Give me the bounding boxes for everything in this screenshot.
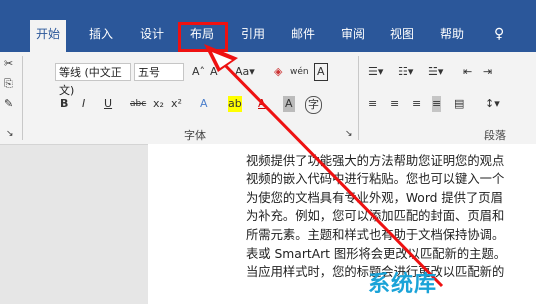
- annotation-arrow-icon: [204, 44, 444, 288]
- watermark-logo: 系统库: [368, 272, 438, 297]
